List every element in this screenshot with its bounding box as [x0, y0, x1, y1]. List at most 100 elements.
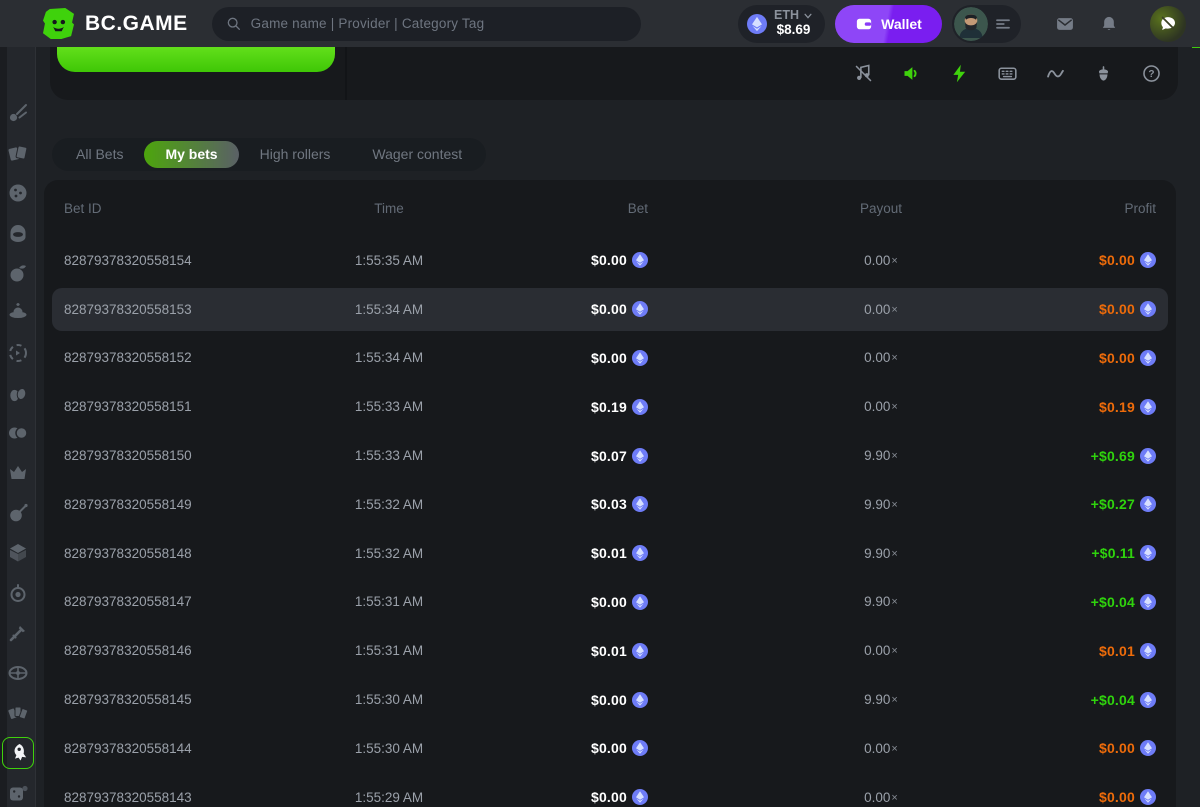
table-row[interactable]: 82879378320558145 1:55:30 AM $0.00 9.90×… — [44, 675, 1176, 724]
tab-wager-contest[interactable]: Wager contest — [351, 141, 483, 168]
search-input[interactable]: Game name | Provider | Category Tag — [211, 6, 641, 41]
bet-id: 82879378320558144 — [64, 740, 192, 756]
sword-game-icon[interactable] — [6, 621, 30, 645]
eth-coin-icon — [1140, 691, 1156, 708]
seeds-icon[interactable] — [1093, 63, 1114, 84]
bet-time: 1:55:34 AM — [354, 350, 424, 366]
bet-id: 82879378320558146 — [64, 643, 192, 659]
bets-tabs: All Bets My bets High rollers Wager contest — [52, 138, 487, 171]
avatar — [954, 6, 988, 41]
eth-coin-icon — [632, 740, 648, 757]
bet-id: 82879378320558147 — [64, 594, 192, 610]
wallet-button[interactable]: Wallet — [835, 4, 942, 43]
coins-game-icon[interactable] — [6, 421, 30, 445]
bet-payout: 0.00× — [864, 789, 898, 805]
game-panel: ? — [50, 47, 1178, 100]
table-row[interactable]: 82879378320558152 1:55:34 AM $0.00 0.00×… — [44, 334, 1176, 383]
rocket-game-icon[interactable] — [1, 737, 34, 769]
bet-profit: +$0.27 — [1026, 496, 1156, 513]
live-stats-icon[interactable] — [1045, 63, 1066, 84]
crash-game-icon[interactable] — [6, 101, 30, 125]
bet-id: 82879378320558151 — [64, 399, 192, 415]
brand-logo[interactable]: BC.GAME — [42, 8, 188, 39]
bet-profit: $0.00 — [1026, 252, 1156, 269]
tab-all-bets[interactable]: All Bets — [55, 141, 144, 168]
svg-text:?: ? — [1148, 69, 1154, 80]
ufo-game-icon[interactable] — [6, 301, 30, 325]
wrecking-ball-game-icon[interactable] — [6, 501, 30, 525]
tab-high-rollers[interactable]: High rollers — [239, 141, 352, 168]
bet-time: 1:55:31 AM — [354, 643, 424, 659]
bet-payout: 9.90× — [864, 692, 898, 708]
table-row[interactable]: 82879378320558146 1:55:31 AM $0.01 0.00×… — [44, 626, 1176, 675]
bet-controls — [50, 47, 347, 100]
keno-game-icon[interactable] — [6, 581, 30, 605]
bets-table: Bet ID Time Bet Payout Profit 8287937832… — [44, 180, 1176, 807]
plinko-game-icon[interactable] — [6, 181, 30, 205]
bet-time: 1:55:33 AM — [354, 399, 424, 415]
header-right: ETH $8.69 Wallet — [738, 0, 1186, 47]
bell-icon[interactable] — [1099, 14, 1119, 34]
mail-icon[interactable] — [1055, 14, 1075, 34]
bet-payout: 9.90× — [864, 448, 898, 464]
table-row[interactable]: 82879378320558143 1:55:29 AM $0.00 0.00×… — [44, 773, 1176, 807]
eth-coin-icon — [632, 593, 648, 610]
spin-game-icon[interactable] — [6, 341, 30, 365]
bet-payout: 0.00× — [864, 643, 898, 659]
music-off-icon[interactable] — [853, 63, 874, 84]
top-bar: BC.GAME Game name | Provider | Category … — [0, 0, 1200, 47]
wallet-label: Wallet — [881, 15, 922, 32]
table-row[interactable]: 82879378320558151 1:55:33 AM $0.19 0.00×… — [44, 382, 1176, 431]
hotkeys-icon[interactable] — [997, 63, 1018, 84]
bet-button[interactable] — [57, 47, 335, 72]
chat-toggle[interactable] — [1150, 5, 1186, 42]
dice-box-game-icon[interactable] — [6, 541, 30, 565]
table-row[interactable]: 82879378320558147 1:55:31 AM $0.00 9.90×… — [44, 578, 1176, 627]
bet-amount: $0.00 — [494, 789, 648, 806]
bet-payout: 0.00× — [864, 740, 898, 756]
currency-selector[interactable]: ETH $8.69 — [738, 4, 825, 43]
col-profit: Profit — [1124, 200, 1156, 216]
dice-game-icon[interactable] — [6, 781, 30, 805]
profile-menu[interactable] — [952, 4, 1021, 43]
eth-coin-icon — [1140, 398, 1156, 415]
eth-coin-icon — [632, 349, 648, 366]
fruit-game-icon[interactable] — [6, 261, 30, 285]
bet-amount: $0.01 — [494, 545, 648, 562]
table-row[interactable]: 82879378320558148 1:55:32 AM $0.01 9.90×… — [44, 529, 1176, 578]
bet-time: 1:55:35 AM — [354, 252, 424, 268]
bcgame-logo-icon — [43, 8, 74, 39]
bet-id: 82879378320558145 — [64, 692, 192, 708]
help-icon[interactable]: ? — [1141, 63, 1162, 84]
sound-on-icon[interactable] — [901, 63, 922, 84]
currency-balance: $8.69 — [776, 21, 811, 37]
bet-amount: $0.00 — [494, 252, 648, 269]
eth-coin-icon — [1140, 740, 1156, 757]
table-row[interactable]: 82879378320558150 1:55:33 AM $0.07 9.90×… — [44, 431, 1176, 480]
cards-game-icon[interactable] — [6, 141, 30, 165]
bet-time: 1:55:30 AM — [354, 740, 424, 756]
table-row[interactable]: 82879378320558153 1:55:34 AM $0.00 0.00×… — [44, 285, 1176, 334]
eggs-game-icon[interactable] — [6, 381, 30, 405]
turbo-icon[interactable] — [949, 63, 970, 84]
table-row[interactable]: 82879378320558144 1:55:30 AM $0.00 0.00×… — [44, 724, 1176, 773]
page: BC.GAME Game name | Provider | Category … — [0, 0, 1200, 807]
bet-payout: 0.00× — [864, 252, 898, 268]
table-row[interactable]: 82879378320558149 1:55:32 AM $0.03 9.90×… — [44, 480, 1176, 529]
wheel-game-icon[interactable] — [6, 661, 30, 685]
tab-my-bets[interactable]: My bets — [144, 141, 239, 168]
bet-time: 1:55:30 AM — [354, 692, 424, 708]
vip-game-icon[interactable] — [6, 461, 30, 485]
bet-amount: $0.19 — [494, 398, 648, 415]
bet-profit: +$0.69 — [1026, 447, 1156, 464]
search-placeholder: Game name | Provider | Category Tag — [250, 16, 485, 31]
eth-coin-icon — [1140, 593, 1156, 610]
bet-id: 82879378320558149 — [64, 496, 192, 512]
bet-id: 82879378320558152 — [64, 350, 192, 366]
hand-cards-game-icon[interactable] — [6, 701, 30, 725]
col-payout: Payout — [859, 200, 903, 216]
eth-coin-icon — [1140, 349, 1156, 366]
eth-coin-icon — [632, 447, 648, 464]
table-row[interactable]: 82879378320558154 1:55:35 AM $0.00 0.00×… — [44, 236, 1176, 285]
helmet-game-icon[interactable] — [6, 221, 30, 245]
